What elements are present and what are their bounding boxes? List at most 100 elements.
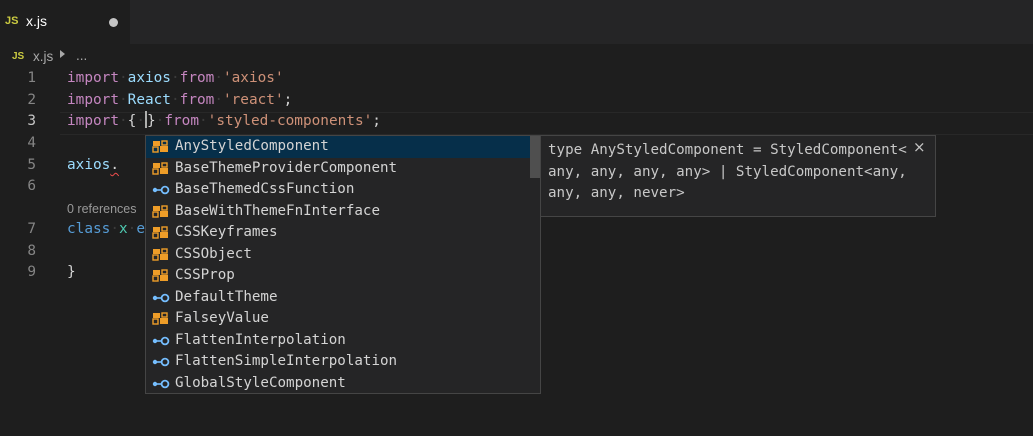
code-token: . <box>110 157 119 173</box>
line-code: axios. <box>67 155 119 177</box>
interface-icon <box>152 140 170 154</box>
whitespace-marker: · <box>214 70 223 86</box>
line-number: 7 <box>27 221 36 237</box>
whitespace-marker: · <box>170 70 180 86</box>
suggestion-label: GlobalStyleComponent <box>175 374 346 391</box>
code-token: e <box>136 221 146 237</box>
code-token: ; <box>283 92 293 108</box>
close-icon[interactable]: × <box>913 138 926 156</box>
whitespace-marker: · <box>214 92 223 108</box>
suggestion-label: FlattenInterpolation <box>175 331 346 348</box>
code-line[interactable]: 1 import·axios·from·'axios' <box>0 68 1033 90</box>
line-code: import·{·}·from·'styled-components'; <box>67 111 381 133</box>
tab-label: x.js <box>26 13 47 29</box>
suggestion-item[interactable]: AnyStyledComponent <box>146 136 530 158</box>
line-number: 5 <box>27 157 36 173</box>
suggestion-item[interactable]: FlattenSimpleInterpolation <box>146 351 530 373</box>
property-icon <box>152 377 170 391</box>
suggestion-label: CSSProp <box>175 267 235 283</box>
suggestion-item[interactable]: FalseyValue <box>146 308 530 330</box>
whitespace-marker: · <box>170 92 180 108</box>
code-token: 'styled-components' <box>207 113 373 129</box>
line-number: 6 <box>27 178 36 194</box>
line-code: import·axios·from·'axios' <box>67 68 284 90</box>
suggestion-label: CSSKeyframes <box>175 224 278 240</box>
code-token: from <box>179 70 215 86</box>
code-token: React <box>127 92 171 108</box>
suggestion-label: BaseThemeProviderComponent <box>175 159 398 176</box>
line-code: } <box>67 262 76 284</box>
suggestion-label: BaseThemedCssFunction <box>175 181 355 197</box>
suggestion-item[interactable]: CSSKeyframes <box>146 222 530 244</box>
property-icon <box>152 355 170 369</box>
suggestion-label: FalseyValue <box>175 310 269 326</box>
code-token: axios <box>127 70 171 86</box>
line-number: 9 <box>27 264 36 280</box>
code-token: axios <box>67 157 111 173</box>
whitespace-marker: · <box>118 113 128 129</box>
code-token: ; <box>372 113 381 129</box>
code-line[interactable]: 2 import·React·from·'react'; <box>0 90 1033 112</box>
breadcrumb-file[interactable]: x.js <box>33 49 53 64</box>
code-token: x <box>119 221 128 237</box>
code-token: 'react' <box>222 92 284 108</box>
whitespace-marker: · <box>118 70 128 86</box>
codelens-references[interactable]: 0 references <box>67 202 136 216</box>
chevron-right-icon <box>60 50 65 58</box>
line-number: 2 <box>27 92 36 108</box>
code-token: class <box>67 221 111 237</box>
suggestion-item[interactable]: GlobalStyleComponent <box>146 373 530 394</box>
line-number: 8 <box>27 243 36 259</box>
suggestion-label: DefaultTheme <box>175 288 278 305</box>
line-number: 1 <box>27 70 36 86</box>
suggestion-item[interactable]: CSSProp <box>146 265 530 287</box>
suggest-scrollbar[interactable] <box>530 136 540 178</box>
whitespace-marker: · <box>199 113 208 129</box>
tab-bar: JS x.js <box>0 0 1033 44</box>
interface-icon <box>152 161 170 176</box>
breadcrumb: JS x.js ... <box>0 44 1033 70</box>
code-token: } <box>67 264 76 280</box>
code-token: import <box>67 92 119 108</box>
whitespace-marker: · <box>118 92 128 108</box>
code-token: import <box>67 113 119 129</box>
property-icon <box>152 183 170 197</box>
suggestion-label: BaseWithThemeFnInterface <box>175 202 380 219</box>
line-number: 3 <box>27 113 36 129</box>
javascript-file-icon: JS <box>12 51 25 62</box>
whitespace-marker: · <box>110 221 119 237</box>
interface-icon <box>152 312 170 326</box>
interface-icon <box>152 269 170 283</box>
code-token: from <box>179 92 215 108</box>
breadcrumb-symbol[interactable]: ... <box>76 48 87 63</box>
javascript-file-icon: JS <box>5 15 19 27</box>
code-token: 'axios' <box>222 70 284 86</box>
interface-icon <box>152 226 170 240</box>
suggestion-item[interactable]: CSSObject <box>146 244 530 266</box>
details-signature: type AnyStyledComponent = StyledComponen… <box>548 142 907 201</box>
line-code: import·React·from·'react'; <box>67 90 292 112</box>
unsaved-dot-icon[interactable] <box>109 18 118 27</box>
interface-icon <box>152 247 170 262</box>
suggest-details: type AnyStyledComponent = StyledComponen… <box>540 135 936 217</box>
suggestion-label: CSSObject <box>175 245 252 262</box>
suggest-widget[interactable]: AnyStyledComponent BaseThemeProviderCompo… <box>145 135 541 394</box>
suggestion-item[interactable]: DefaultTheme <box>146 287 530 309</box>
property-icon <box>152 291 170 305</box>
suggestion-item[interactable]: BaseWithThemeFnInterface <box>146 201 530 223</box>
code-line[interactable]: 3 import·{·}·from·'styled-components'; <box>0 111 1033 133</box>
suggestion-item[interactable]: BaseThemeProviderComponent <box>146 158 530 180</box>
line-number: 4 <box>27 135 36 151</box>
line-code: class·x·e <box>67 219 145 241</box>
code-token: } <box>147 113 156 129</box>
code-token: import <box>67 70 119 86</box>
suggestion-label: AnyStyledComponent <box>175 138 329 154</box>
whitespace-marker: · <box>136 113 145 129</box>
suggestion-item[interactable]: BaseThemedCssFunction <box>146 179 530 201</box>
interface-icon <box>152 204 170 219</box>
code-token: from <box>164 113 199 129</box>
suggestion-item[interactable]: FlattenInterpolation <box>146 330 530 352</box>
suggestion-label: FlattenSimpleInterpolation <box>175 353 398 369</box>
property-icon <box>152 334 170 348</box>
tab-x-js[interactable]: JS x.js <box>0 0 130 44</box>
